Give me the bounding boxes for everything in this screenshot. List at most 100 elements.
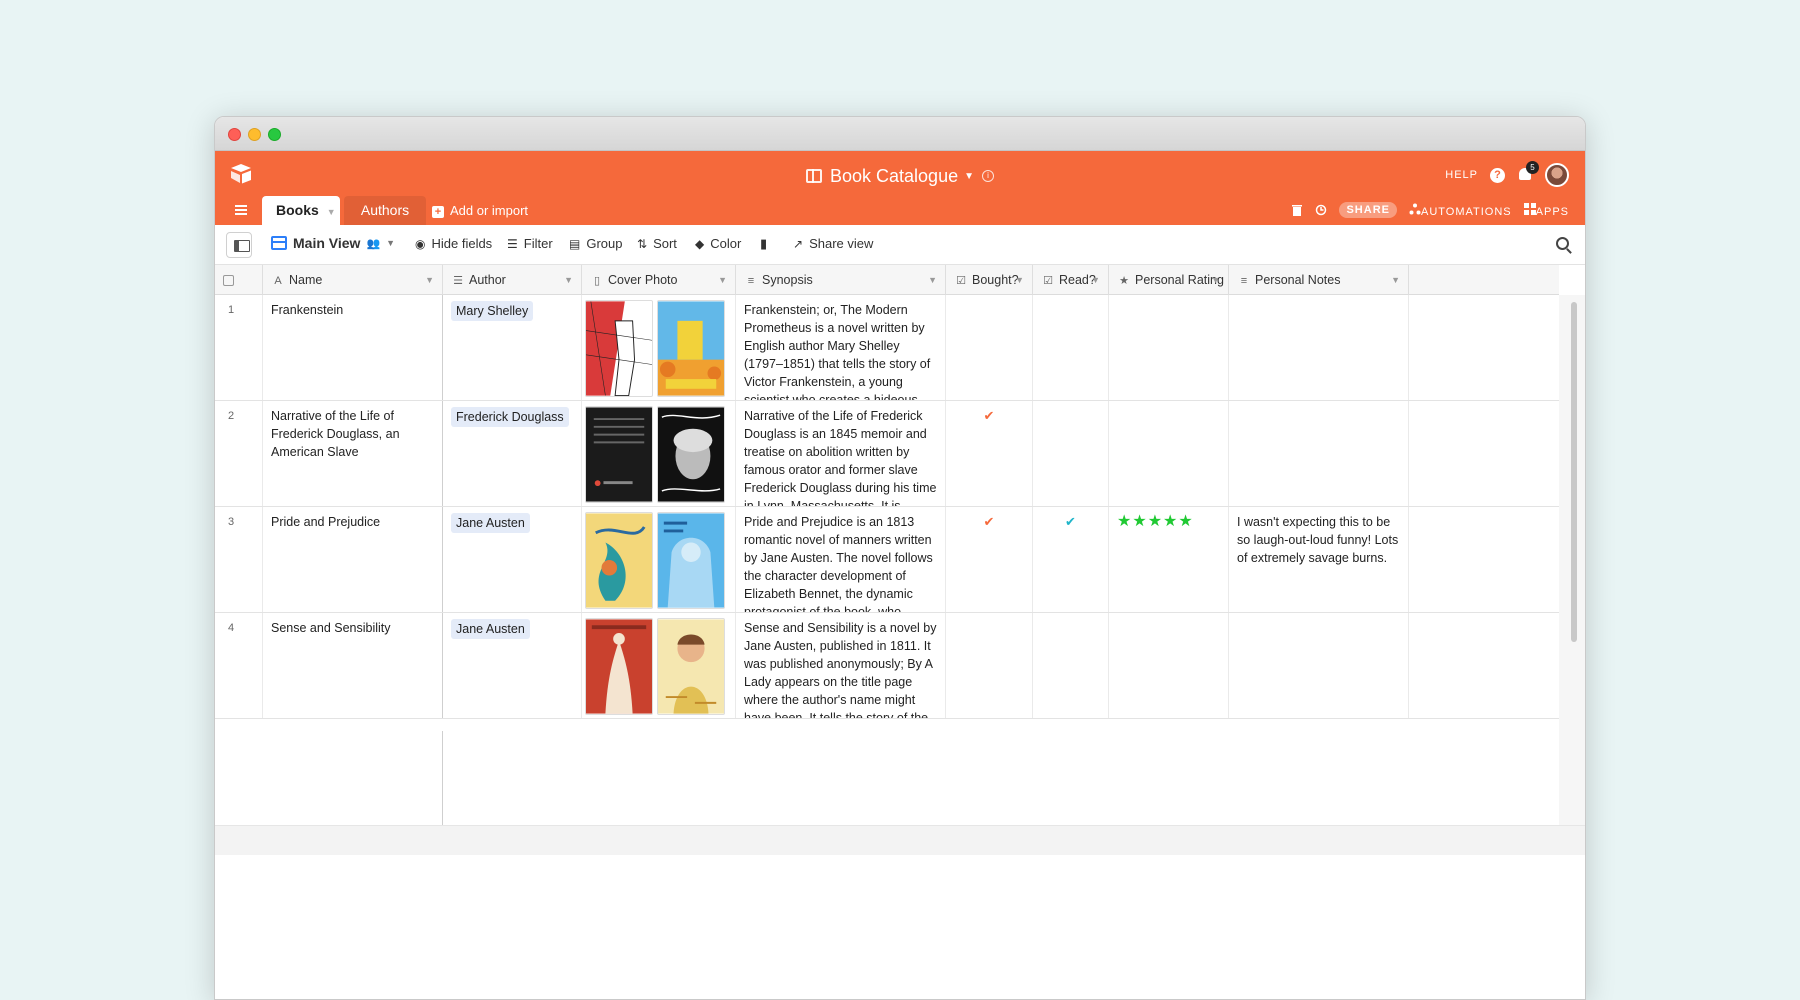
cell-author[interactable]: Jane Austen <box>443 613 582 718</box>
cover-thumbnail[interactable] <box>657 406 725 503</box>
automations-button[interactable]: AUTOMATIONS <box>1409 203 1512 218</box>
row-number: 3 <box>215 507 263 612</box>
cell-name[interactable]: Pride and Prejudice <box>263 507 443 612</box>
select-all-checkbox[interactable] <box>223 275 234 287</box>
base-title[interactable]: Book Catalogue ▼ i <box>215 165 1585 187</box>
cell-synopsis[interactable]: Narrative of the Life of Frederick Dougl… <box>736 401 946 506</box>
cell-bought[interactable]: ✔ <box>946 507 1033 612</box>
sidebar-toggle-button[interactable] <box>226 232 252 258</box>
cover-thumbnail[interactable] <box>585 618 653 715</box>
cell-personal-notes[interactable] <box>1229 613 1409 718</box>
cover-thumbnail[interactable] <box>657 300 725 397</box>
linked-record-pill[interactable]: Jane Austen <box>451 619 530 639</box>
cell-read[interactable] <box>1033 401 1109 506</box>
cell-cover-photo[interactable] <box>582 295 736 400</box>
cell-cover-photo[interactable] <box>582 507 736 612</box>
cell-read[interactable] <box>1033 295 1109 400</box>
column-header-name[interactable]: A Name ▼ <box>263 265 443 295</box>
column-header-read[interactable]: ☑ Read? ▼ <box>1033 265 1109 295</box>
add-or-import-button[interactable]: + Add or import <box>432 203 528 218</box>
cell-author[interactable]: Jane Austen <box>443 507 582 612</box>
cell-personal-notes[interactable]: I wasn't expecting this to be so laugh-o… <box>1229 507 1409 612</box>
cell-personal-notes[interactable] <box>1229 295 1409 400</box>
column-header-author[interactable]: ☰ Author ▼ <box>443 265 582 295</box>
column-header-personal-rating[interactable]: ★ Personal Rating ▼ <box>1109 265 1229 295</box>
history-icon[interactable] <box>1315 204 1327 216</box>
group-button[interactable]: ▤ Group <box>569 236 622 251</box>
cell-synopsis[interactable]: Sense and Sensibility is a novel by Jane… <box>736 613 946 718</box>
chevron-down-icon[interactable]: ▼ <box>327 207 336 217</box>
chevron-down-icon[interactable]: ▼ <box>564 265 573 295</box>
help-icon[interactable]: ? <box>1490 167 1505 183</box>
column-header-cover-photo[interactable]: ▯ Cover Photo ▼ <box>582 265 736 295</box>
info-icon[interactable]: i <box>982 170 994 183</box>
bell-icon[interactable]: 5 <box>1517 161 1539 183</box>
table-row[interactable]: 3 Pride and Prejudice Jane Austen Pride … <box>215 507 1559 613</box>
chevron-down-icon[interactable]: ▼ <box>1091 265 1100 295</box>
chevron-down-icon[interactable]: ▼ <box>1015 265 1024 295</box>
chevron-down-icon[interactable]: ▼ <box>1391 265 1400 295</box>
cover-thumbnail[interactable] <box>585 300 653 397</box>
star-icon: ★ <box>1119 275 1129 287</box>
table-row[interactable]: 2 Narrative of the Life of Frederick Dou… <box>215 401 1559 507</box>
share-button[interactable]: SHARE <box>1339 202 1397 218</box>
cell-personal-rating[interactable]: ★★★★★ <box>1109 507 1229 612</box>
chevron-down-icon[interactable]: ▼ <box>1211 265 1220 295</box>
maximize-window-button[interactable] <box>268 128 281 141</box>
apps-button[interactable]: APPS <box>1523 202 1569 218</box>
hide-fields-button[interactable]: ◉ Hide fields <box>415 236 492 251</box>
cover-thumbnail[interactable] <box>657 512 725 609</box>
apps-label: APPS <box>1535 205 1569 218</box>
cell-cover-photo[interactable] <box>582 613 736 718</box>
color-button[interactable]: ◆ Color <box>695 236 741 251</box>
trash-icon[interactable] <box>1291 204 1303 216</box>
cell-personal-rating[interactable] <box>1109 295 1229 400</box>
cell-synopsis[interactable]: Pride and Prejudice is an 1813 romantic … <box>736 507 946 612</box>
cell-read[interactable] <box>1033 613 1109 718</box>
filter-button[interactable]: ☰ Filter <box>507 236 553 251</box>
cell-name[interactable]: Narrative of the Life of Frederick Dougl… <box>263 401 443 506</box>
help-link[interactable]: HELP <box>1445 169 1478 181</box>
cell-synopsis[interactable]: Frankenstein; or, The Modern Prometheus … <box>736 295 946 400</box>
minimize-window-button[interactable] <box>248 128 261 141</box>
vertical-scrollbar-thumb[interactable] <box>1571 302 1577 642</box>
cell-personal-rating[interactable] <box>1109 401 1229 506</box>
cell-personal-notes[interactable] <box>1229 401 1409 506</box>
cell-author[interactable]: Frederick Douglass <box>443 401 582 506</box>
linked-record-pill[interactable]: Frederick Douglass <box>451 407 569 427</box>
cell-read[interactable]: ✔ <box>1033 507 1109 612</box>
cover-thumbnail[interactable] <box>585 406 653 503</box>
cell-bought[interactable]: ✔ <box>946 401 1033 506</box>
tab-authors[interactable]: Authors <box>344 196 426 225</box>
add-record-area[interactable] <box>215 731 443 825</box>
column-header-synopsis[interactable]: ≡ Synopsis ▼ <box>736 265 946 295</box>
avatar[interactable] <box>1545 163 1569 187</box>
cover-thumbnail[interactable] <box>585 512 653 609</box>
search-icon[interactable] <box>1556 237 1569 250</box>
sort-button[interactable]: ⇅ Sort <box>637 236 677 251</box>
cell-author[interactable]: Mary Shelley <box>443 295 582 400</box>
close-window-button[interactable] <box>228 128 241 141</box>
share-view-button[interactable]: ↗ Share view <box>793 236 873 251</box>
chevron-down-icon[interactable]: ▼ <box>928 265 937 295</box>
cell-personal-rating[interactable] <box>1109 613 1229 718</box>
tab-books[interactable]: Books ▼ <box>262 196 340 225</box>
linked-record-pill[interactable]: Mary Shelley <box>451 301 534 321</box>
cell-name[interactable]: Sense and Sensibility <box>263 613 443 718</box>
cell-bought[interactable] <box>946 613 1033 718</box>
chevron-down-icon[interactable]: ▼ <box>718 265 727 295</box>
linked-record-pill[interactable]: Jane Austen <box>451 513 530 533</box>
cell-cover-photo[interactable] <box>582 401 736 506</box>
cover-thumbnail[interactable] <box>657 618 725 715</box>
row-height-button[interactable]: ▮ <box>760 236 767 252</box>
column-header-personal-notes[interactable]: ≡ Personal Notes ▼ <box>1229 265 1409 295</box>
chevron-down-icon[interactable]: ▼ <box>425 265 434 295</box>
menu-icon[interactable] <box>235 205 247 215</box>
cell-bought[interactable] <box>946 295 1033 400</box>
view-switcher[interactable]: Main View 👥 ▼ <box>271 235 395 251</box>
column-header-bought[interactable]: ☑ Bought? ▼ <box>946 265 1033 295</box>
table-row[interactable]: 1 Frankenstein Mary Shelley Frankenstein… <box>215 295 1559 401</box>
cell-name[interactable]: Frankenstein <box>263 295 443 400</box>
table-row[interactable]: 4 Sense and Sensibility Jane Austen Sens… <box>215 613 1559 719</box>
column-personal-notes-label: Personal Notes <box>1255 273 1341 287</box>
